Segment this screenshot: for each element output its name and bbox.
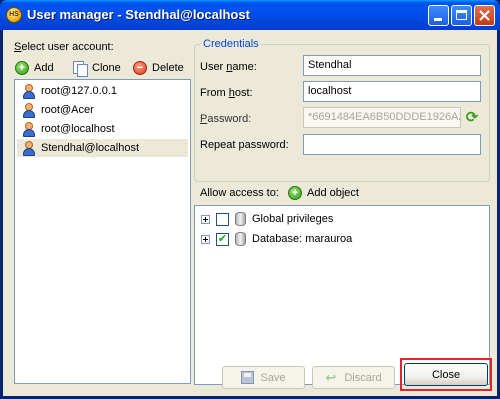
account-list[interactable]: root@127.0.0.1 root@Acer root@localhost … <box>14 79 191 384</box>
database-icon <box>235 212 246 226</box>
add-account-label: Add <box>34 62 54 74</box>
maximize-icon <box>456 10 467 20</box>
account-item[interactable]: root@Acer <box>17 101 188 119</box>
expand-icon[interactable] <box>201 214 210 224</box>
tree-item-label: Global privileges <box>252 213 334 225</box>
window-title: User manager - Stendhal@localhost <box>27 7 250 22</box>
host-field[interactable]: localhost <box>303 81 481 102</box>
clone-account-label: Clone <box>92 62 121 74</box>
account-item[interactable]: root@127.0.0.1 <box>17 82 188 100</box>
password-label: Password: <box>200 113 252 125</box>
close-button[interactable]: Close <box>404 363 488 386</box>
account-item-label: root@localhost <box>41 123 115 135</box>
delete-icon: − <box>133 61 147 75</box>
account-item-label: root@Acer <box>41 104 94 116</box>
title-bar[interactable]: HS User manager - Stendhal@localhost <box>0 0 500 30</box>
discard-button[interactable]: ↩ Discard <box>312 366 395 389</box>
user-icon <box>22 83 36 99</box>
add-object-button[interactable]: + Add object <box>288 186 359 200</box>
user-icon <box>22 102 36 118</box>
tree-item[interactable]: ✔ Database: marauroa <box>201 231 352 247</box>
credentials-title: Credentials <box>200 38 262 50</box>
expand-icon[interactable] <box>201 234 210 244</box>
close-icon <box>479 10 490 21</box>
database-icon <box>235 232 246 246</box>
generate-password-icon[interactable]: ⟳ <box>464 110 480 126</box>
clone-icon <box>73 61 88 77</box>
select-account-label: Select user account: <box>14 41 114 53</box>
delete-account-button[interactable]: − Delete <box>133 61 184 75</box>
repeat-password-label: Repeat password: <box>200 139 289 151</box>
maximize-button[interactable] <box>451 5 472 26</box>
tree-item[interactable]: Global privileges <box>201 211 333 227</box>
delete-account-label: Delete <box>152 62 184 74</box>
account-item-label: root@127.0.0.1 <box>41 85 117 97</box>
allow-access-label: Allow access to: <box>200 187 279 199</box>
app-icon: HS <box>6 7 22 23</box>
close-label: Close <box>431 368 461 381</box>
clone-account-button[interactable]: Clone <box>73 61 121 77</box>
minimize-button[interactable] <box>428 5 449 26</box>
undo-icon: ↩ <box>325 370 337 385</box>
checkbox-database[interactable]: ✔ <box>216 232 229 246</box>
discard-label: Discard <box>344 371 382 384</box>
add-icon: + <box>288 186 302 200</box>
password-field[interactable]: *6691484EA6B50DDDE1926A22 <box>303 107 461 128</box>
add-icon: + <box>15 61 29 75</box>
minimize-icon <box>434 18 442 21</box>
checkbox-global-privileges[interactable] <box>216 212 229 226</box>
account-item-selected[interactable]: Stendhal@localhost <box>17 139 188 157</box>
host-label: From host: <box>200 87 253 99</box>
save-label: Save <box>260 371 286 384</box>
tree-item-label: Database: marauroa <box>252 233 353 245</box>
account-item[interactable]: root@localhost <box>17 120 188 138</box>
add-object-label: Add object <box>307 187 359 199</box>
save-icon <box>241 371 255 384</box>
user-icon <box>22 121 36 137</box>
add-account-button[interactable]: + Add <box>15 61 54 75</box>
username-field[interactable]: Stendhal <box>303 55 481 76</box>
dialog-body: Select user account: + Add Clone − Delet… <box>3 30 497 396</box>
save-button[interactable]: Save <box>222 366 305 389</box>
repeat-password-field[interactable] <box>303 134 481 155</box>
user-icon <box>22 140 36 156</box>
account-item-label: Stendhal@localhost <box>41 142 140 154</box>
user-manager-window: HS User manager - Stendhal@localhost Sel… <box>0 0 500 399</box>
username-label: User name: <box>200 61 257 73</box>
close-window-button[interactable] <box>474 5 495 26</box>
